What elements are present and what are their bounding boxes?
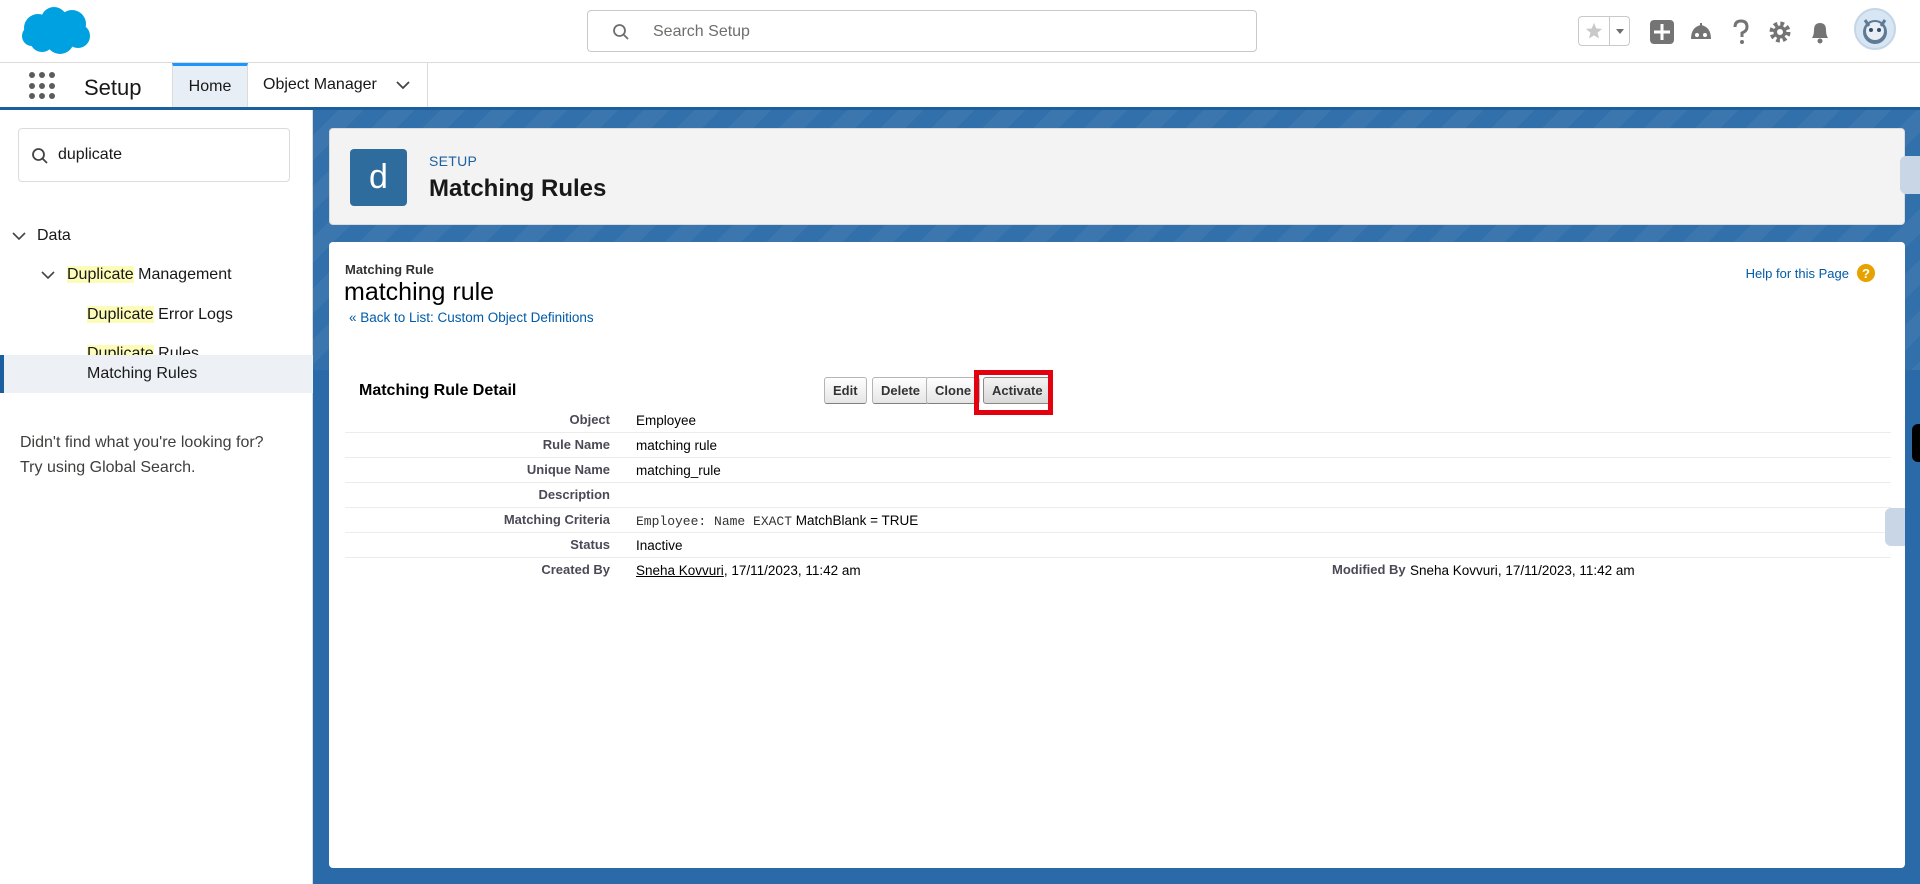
field-label: Description bbox=[538, 487, 610, 502]
favorites-star-icon[interactable] bbox=[1579, 17, 1609, 45]
field-row-created-modified: Created By Sneha Kovvuri, 17/11/2023, 11… bbox=[345, 558, 1891, 583]
sidebar-item-duplicate-error-logs[interactable]: Duplicate Error Logs bbox=[0, 296, 313, 334]
notifications-bell-icon[interactable] bbox=[1806, 18, 1834, 46]
field-value: matching_rule bbox=[636, 463, 721, 478]
criteria-option: MatchBlank = TRUE bbox=[792, 513, 919, 528]
chevron-down-icon[interactable] bbox=[40, 267, 56, 283]
setup-page-icon: d bbox=[350, 149, 407, 206]
field-label: Status bbox=[570, 537, 610, 552]
app-launcher-icon[interactable] bbox=[29, 72, 57, 100]
setup-gear-icon[interactable] bbox=[1766, 18, 1794, 46]
field-row-description: Description bbox=[345, 483, 1891, 508]
quick-find-value: duplicate bbox=[58, 146, 123, 163]
global-header: Search Setup bbox=[0, 0, 1920, 63]
utility-tab[interactable] bbox=[1912, 424, 1920, 462]
app-name: Setup bbox=[84, 75, 142, 100]
field-value: Employee: Name EXACT MatchBlank = TRUE bbox=[636, 513, 918, 529]
tree-node-label: Matching Rules bbox=[87, 365, 198, 382]
tree-node-duplicate-management[interactable]: Duplicate Management bbox=[0, 256, 313, 294]
tab-home[interactable]: Home bbox=[172, 63, 248, 107]
back-to-list-link[interactable]: « Back to List: Custom Object Definition… bbox=[349, 310, 594, 325]
not-found-line: Didn't find what you're looking for? bbox=[20, 434, 264, 451]
search-match-highlight: Duplicate bbox=[67, 266, 134, 283]
label-rest: Error Logs bbox=[153, 306, 233, 323]
side-panel-toggle[interactable] bbox=[1885, 508, 1905, 546]
help-for-page-link[interactable]: Help for this Page ? bbox=[1746, 264, 1875, 282]
search-placeholder: Search Setup bbox=[653, 23, 750, 40]
field-label: Unique Name bbox=[526, 462, 610, 477]
field-row-object: Object Employee bbox=[345, 408, 1891, 433]
help-question-icon[interactable] bbox=[1727, 18, 1755, 46]
page-eyebrow: SETUP bbox=[429, 153, 478, 169]
edit-button[interactable]: Edit bbox=[824, 377, 867, 404]
global-search[interactable]: Search Setup bbox=[587, 10, 1257, 52]
search-icon bbox=[613, 24, 629, 40]
tree-node-label: Data bbox=[37, 227, 71, 244]
chevron-down-icon[interactable] bbox=[395, 77, 411, 93]
favorites-dropdown-icon[interactable] bbox=[1609, 17, 1629, 45]
field-value: matching rule bbox=[636, 438, 718, 453]
collapse-panel-tab[interactable] bbox=[1900, 156, 1920, 194]
field-value: Employee bbox=[636, 413, 697, 428]
criteria-expression: Employee: Name EXACT bbox=[636, 514, 793, 529]
salesforce-logo[interactable] bbox=[20, 6, 92, 56]
created-by-date: , 17/11/2023, 11:42 am bbox=[723, 563, 861, 578]
field-row-unique-name: Unique Name matching_rule bbox=[345, 458, 1891, 483]
created-by-user-link[interactable]: Sneha Kovvuri bbox=[636, 563, 724, 578]
app-navigation-bar: Setup Home Object Manager bbox=[0, 63, 1920, 110]
not-found-hint: Didn't find what you're looking for? Try… bbox=[20, 430, 310, 480]
record-name: matching rule bbox=[344, 278, 495, 306]
modified-by-user-link[interactable]: Sneha Kovvuri bbox=[1410, 563, 1498, 578]
tree-node-label: Duplicate Error Logs bbox=[87, 306, 233, 324]
tab-object-manager-label: Object Manager bbox=[263, 76, 377, 93]
clone-button[interactable]: Clone bbox=[926, 377, 981, 404]
tree-node-data[interactable]: Data bbox=[0, 217, 313, 255]
tree-node-label: Duplicate Management bbox=[67, 266, 232, 284]
main-content-area: d SETUP Matching Rules Matching Rule mat… bbox=[313, 110, 1920, 884]
delete-button[interactable]: Delete bbox=[872, 377, 930, 404]
page-title: Matching Rules bbox=[429, 175, 607, 202]
chevron-down-icon[interactable] bbox=[11, 228, 27, 244]
user-avatar[interactable] bbox=[1854, 8, 1896, 50]
field-label: Object bbox=[569, 412, 610, 427]
label-rest: Management bbox=[133, 266, 232, 283]
field-row-status: Status Inactive bbox=[345, 533, 1891, 558]
field-label: Matching Criteria bbox=[503, 512, 610, 527]
search-match-highlight: Duplicate bbox=[87, 306, 154, 323]
field-label: Rule Name bbox=[542, 437, 610, 452]
quick-find-input[interactable]: duplicate bbox=[18, 128, 290, 182]
field-value: Sneha Kovvuri, 17/11/2023, 11:42 am bbox=[636, 563, 861, 578]
field-label: Created By bbox=[541, 562, 610, 577]
search-icon bbox=[32, 148, 48, 164]
help-link-label: Help for this Page bbox=[1745, 265, 1849, 281]
trailhead-guidance-icon[interactable] bbox=[1687, 18, 1715, 46]
field-row-rule-name: Rule Name matching rule bbox=[345, 433, 1891, 458]
record-detail-panel: Matching Rule matching rule « Back to Li… bbox=[329, 242, 1905, 868]
field-value: Inactive bbox=[636, 538, 683, 553]
detail-section-title: Matching Rule Detail bbox=[359, 382, 517, 399]
global-actions-plus-icon[interactable] bbox=[1648, 18, 1676, 46]
help-question-icon: ? bbox=[1857, 264, 1875, 282]
field-value: Sneha Kovvuri, 17/11/2023, 11:42 am bbox=[1410, 563, 1635, 578]
page-header: d SETUP Matching Rules bbox=[329, 128, 1905, 225]
global-search-hint: Try using Global Search. bbox=[20, 459, 196, 476]
modified-by-date: , 17/11/2023, 11:42 am bbox=[1497, 563, 1635, 578]
favorites-control[interactable] bbox=[1578, 16, 1630, 46]
sidebar-item-matching-rules[interactable]: Matching Rules bbox=[0, 355, 313, 393]
setup-sidebar: duplicate Data Duplicate Management Dupl… bbox=[0, 110, 313, 884]
field-row-matching-criteria: Matching Criteria Employee: Name EXACT M… bbox=[345, 508, 1891, 533]
tab-object-manager[interactable]: Object Manager bbox=[248, 63, 428, 107]
field-label: Modified By bbox=[1332, 562, 1406, 577]
record-type-label: Matching Rule bbox=[345, 262, 434, 277]
